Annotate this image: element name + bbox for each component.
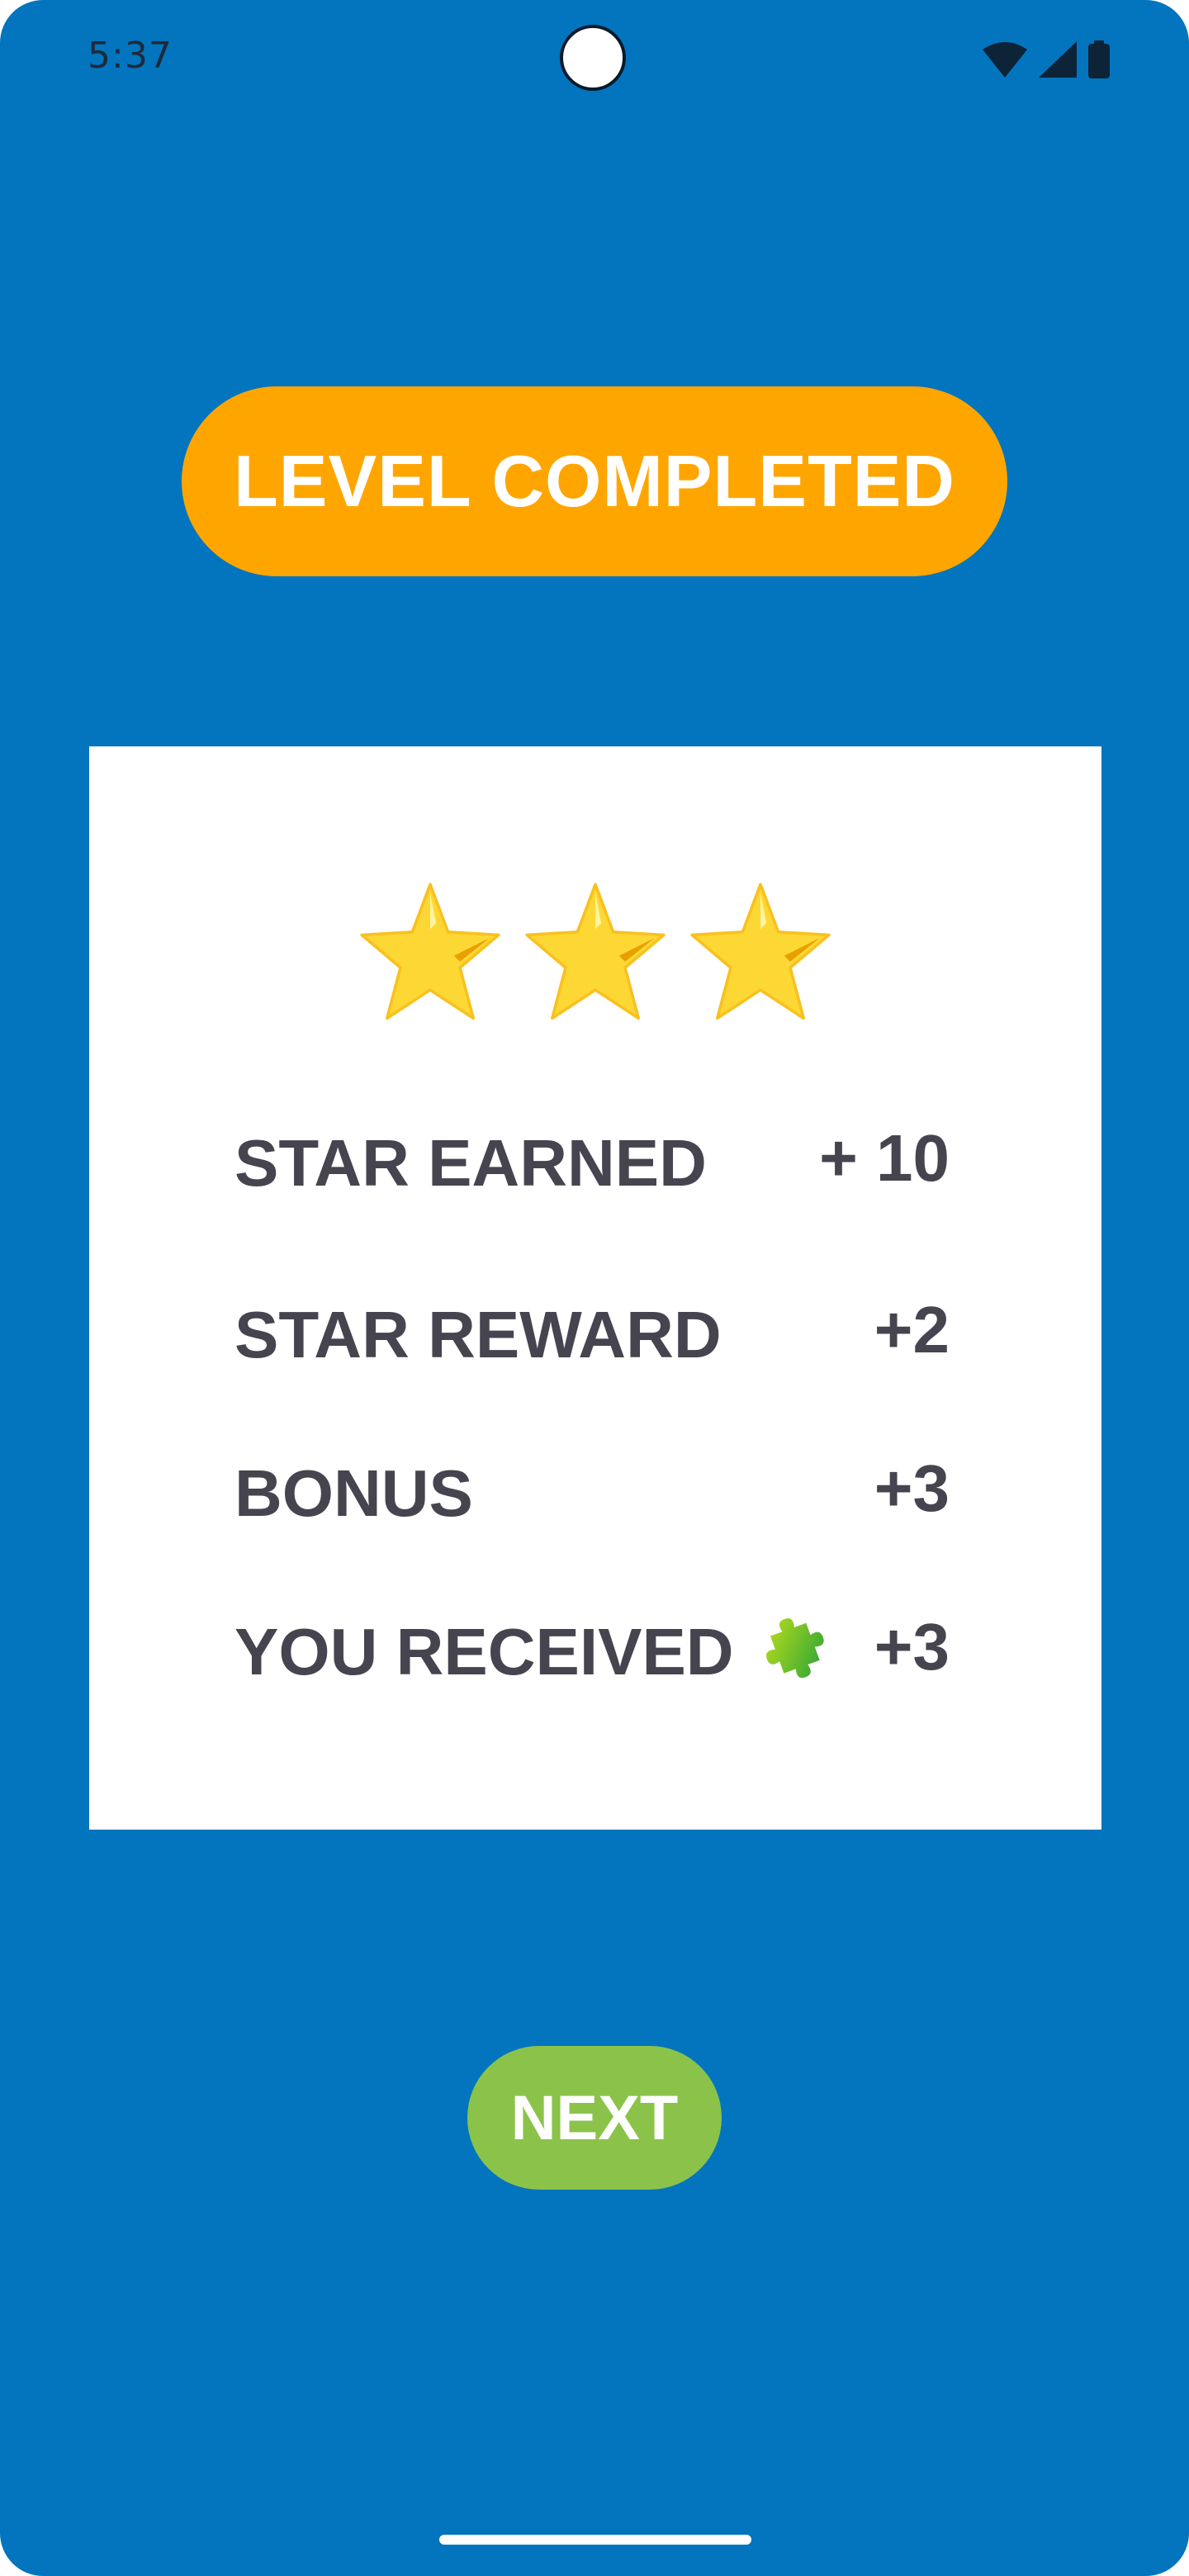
bonus-value: +3 [874, 1451, 950, 1525]
signal-icon [1039, 41, 1077, 78]
star-earned-label: STAR EARNED [234, 1126, 707, 1200]
battery-icon [1088, 40, 1110, 78]
you-received-group: YOU RECEIVED [234, 1607, 831, 1698]
wifi-icon [983, 41, 1027, 78]
result-row-bonus: BONUS +3 [234, 1448, 950, 1539]
star-rating [89, 878, 1101, 1035]
status-icons [983, 40, 1110, 79]
star-icon [356, 878, 504, 1035]
status-time: 5:37 [88, 35, 173, 77]
next-button-label: NEXT [510, 2082, 679, 2153]
star-icon [686, 878, 835, 1035]
results-card: STAR EARNED + 10 STAR REWARD +2 BONUS +3… [89, 746, 1101, 1830]
level-completed-title: LEVEL COMPLETED [234, 440, 955, 522]
puzzle-piece-icon [752, 1612, 831, 1692]
star-reward-value: +2 [874, 1293, 950, 1366]
you-received-label: YOU RECEIVED [234, 1615, 734, 1688]
star-reward-label: STAR REWARD [234, 1298, 722, 1371]
next-button[interactable]: NEXT [467, 2046, 722, 2190]
level-completed-banner: LEVEL COMPLETED [182, 386, 1007, 576]
result-row-star-earned: STAR EARNED + 10 [234, 1118, 950, 1209]
you-received-value: +3 [874, 1610, 950, 1683]
star-icon [521, 878, 670, 1035]
star-earned-value: + 10 [819, 1121, 950, 1195]
game-screen: 5:37 LEVEL COMPLETED STAR EARNED + 10 ST… [0, 0, 1189, 2576]
result-row-star-reward: STAR REWARD +2 [234, 1290, 950, 1380]
result-row-you-received: YOU RECEIVED +3 [234, 1607, 950, 1698]
camera-cutout [560, 25, 626, 91]
home-indicator[interactable] [439, 2535, 751, 2545]
bonus-label: BONUS [234, 1456, 473, 1530]
